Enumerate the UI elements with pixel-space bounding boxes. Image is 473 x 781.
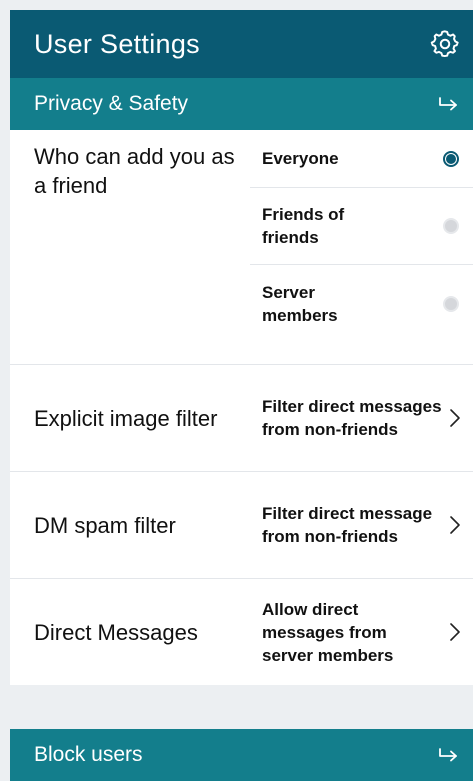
explicit-image-filter-value: Filter direct messages from non-friends	[262, 397, 442, 439]
direct-messages-label: Direct Messages	[34, 619, 198, 645]
explicit-image-filter-row[interactable]: Explicit image filter Filter direct mess…	[10, 365, 473, 472]
privacy-settings-card: Who can add you as a friend Everyone Fri…	[10, 130, 473, 685]
option-server-members[interactable]: Server members	[250, 265, 473, 343]
chevron-right-icon[interactable]	[447, 620, 463, 644]
friend-request-options: Everyone Friends of friends Server membe…	[250, 130, 473, 364]
privacy-section-title: Privacy & Safety	[34, 92, 189, 115]
chevron-right-icon[interactable]	[447, 513, 463, 537]
direct-messages-row[interactable]: Direct Messages Allow direct messages fr…	[10, 579, 473, 685]
friend-request-setting: Who can add you as a friend Everyone Fri…	[10, 130, 473, 365]
direct-messages-value: Allow direct messages from server member…	[262, 599, 394, 665]
friend-request-label: Who can add you as a friend	[34, 144, 235, 198]
block-users-title: Block users	[34, 743, 143, 766]
radio-unselected[interactable]	[443, 296, 459, 312]
block-users-section[interactable]: Block users	[10, 729, 473, 781]
dm-spam-filter-label: DM spam filter	[34, 512, 176, 538]
arrow-right-hook-icon[interactable]	[433, 740, 463, 770]
direct-messages-value-group: Allow direct messages from server member…	[250, 598, 473, 667]
app-header: User Settings	[10, 10, 473, 78]
option-friends-of-friends[interactable]: Friends of friends	[250, 188, 473, 265]
option-label: Friends of friends	[262, 205, 345, 247]
privacy-section-header[interactable]: Privacy & Safety	[10, 78, 473, 130]
gear-icon[interactable]	[427, 26, 463, 62]
option-label: Server members	[262, 283, 338, 325]
radio-unselected[interactable]	[443, 218, 459, 234]
dm-spam-filter-row[interactable]: DM spam filter Filter direct message fro…	[10, 472, 473, 579]
page-title: User Settings	[34, 28, 200, 59]
settings-panel: User Settings Privacy & Safety Who can a…	[10, 10, 473, 781]
radio-selected[interactable]	[443, 150, 459, 167]
option-everyone[interactable]: Everyone	[250, 130, 473, 188]
option-label: Everyone	[262, 149, 339, 168]
dm-spam-filter-value-group: Filter direct message from non-friends	[250, 502, 473, 548]
chevron-right-icon[interactable]	[447, 406, 463, 430]
explicit-image-filter-label: Explicit image filter	[34, 405, 218, 431]
dm-spam-filter-value: Filter direct message from non-friends	[262, 504, 433, 546]
arrow-right-hook-icon[interactable]	[433, 89, 463, 119]
explicit-image-filter-value-group: Filter direct messages from non-friends	[250, 395, 473, 441]
